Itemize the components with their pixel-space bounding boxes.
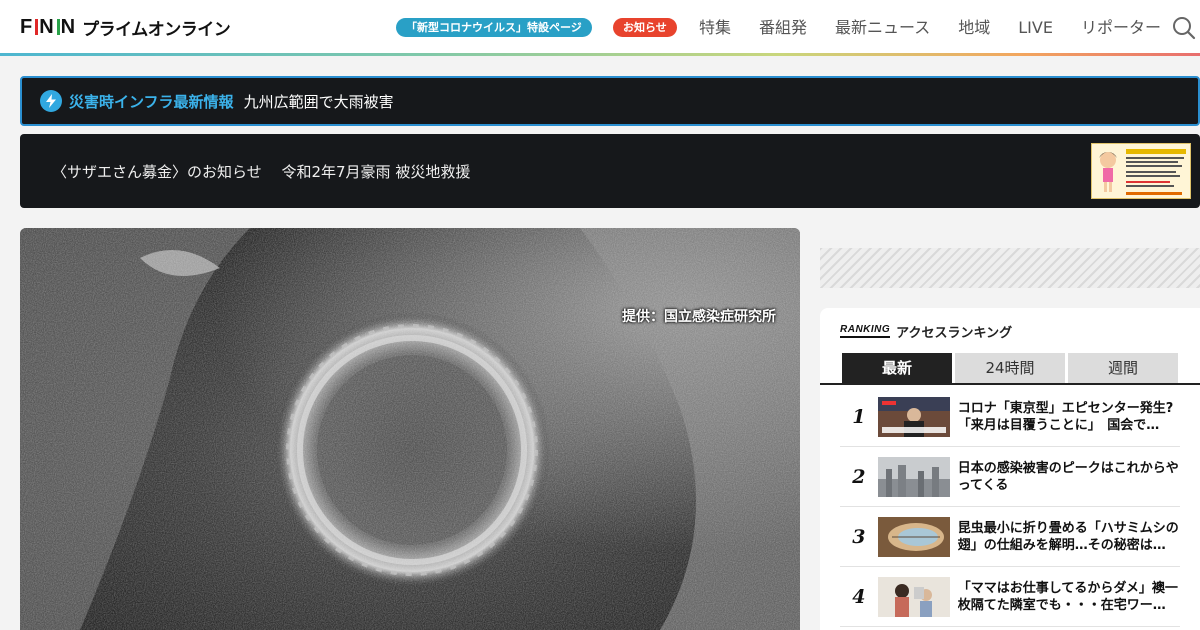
article-thumbnail (877, 576, 950, 617)
article-title: コロナ「東京型」エピセンター発生?「来月は目覆うことに」 国会で… (957, 400, 1174, 433)
rank-number: 1 (852, 405, 866, 428)
tab-latest[interactable]: 最新 (842, 353, 952, 383)
ranking-header: RANKING アクセスランキング (840, 322, 1012, 341)
ranking-tabs: 最新 24時間 週間 (842, 353, 1178, 383)
search-icon[interactable] (1172, 16, 1196, 40)
article-title: 昆虫最小に折り畳める「ハサミムシの翅」の仕組みを解明…その秘密は… (957, 520, 1179, 553)
article-title: 「ママはお仕事してるからダメ」襖一枚隔てた隣室でも・・・在宅ワー… (957, 580, 1178, 613)
ranking-item[interactable]: 1 コロナ「東京型」エピセンター発生?「来月は目覆うことに」 国会で… (840, 387, 1180, 447)
nav-item-latest-news[interactable]: 最新ニュース (835, 18, 930, 38)
header-accent-line (0, 53, 1200, 56)
disaster-title: 災害時インフラ最新情報 (69, 92, 234, 111)
site-logo[interactable]: FNN プライムオンライン (20, 15, 231, 40)
ranking-list: 1 コロナ「東京型」エピセンター発生?「来月は目覆うことに」 国会で… 2 日本… (840, 387, 1180, 627)
hero-virus-image[interactable]: 提供：国立感染症研究所 (20, 228, 800, 630)
site-header: FNN プライムオンライン 「新型コロナウイルス」特設ページ お知らせ 特集 番… (0, 0, 1200, 54)
image-credit: 提供：国立感染症研究所 (622, 309, 776, 325)
ranking-logo: RANKING (840, 325, 891, 338)
ranking-title: アクセスランキング (896, 326, 1013, 341)
bolt-icon (40, 90, 62, 112)
sazae-fundraiser-banner[interactable]: 〈サザエさん募金〉のお知らせ 令和2年7月豪雨 被災地救援 (20, 134, 1200, 208)
disaster-text: 九州広範囲で大雨被害 (243, 92, 394, 111)
article-thumbnail (877, 516, 950, 557)
rank-number: 3 (852, 525, 866, 548)
nav-item-reporter[interactable]: リポーター (1081, 18, 1161, 38)
nav-item-feature[interactable]: 特集 (699, 18, 731, 38)
article-title: 日本の感染被害のピークはこれからやってくる (957, 460, 1179, 493)
rank-number: 4 (852, 585, 866, 608)
tab-weekly[interactable]: 週間 (1068, 353, 1178, 383)
main-nav: 特集 番組発 最新ニュース 地域 LIVE リポーター (699, 18, 1161, 38)
ranking-item[interactable]: 4 「ママはお仕事してるからダメ」襖一枚隔てた隣室でも・・・在宅ワー… (840, 567, 1180, 627)
notice-link[interactable]: お知らせ (613, 18, 677, 37)
sazae-banner-text: 〈サザエさん募金〉のお知らせ 令和2年7月豪雨 被災地救援 (52, 163, 471, 181)
nav-item-programs[interactable]: 番組発 (759, 18, 807, 38)
rank-number: 2 (852, 465, 866, 488)
logo-text: プライムオンライン (82, 19, 231, 40)
corona-special-page-link[interactable]: 「新型コロナウイルス」特設ページ (396, 18, 592, 37)
virus-micrograph (20, 228, 800, 630)
article-thumbnail (877, 396, 950, 437)
ranking-item[interactable]: 3 昆虫最小に折り畳める「ハサミムシの翅」の仕組みを解明…その秘密は… (840, 507, 1180, 567)
ranking-item[interactable]: 2 日本の感染被害のピークはこれからやってくる (840, 447, 1180, 507)
ad-placeholder (820, 248, 1200, 288)
nav-item-region[interactable]: 地域 (958, 18, 990, 38)
tabs-underline (820, 383, 1200, 385)
article-thumbnail (877, 456, 950, 497)
logo-fnn: FNN (20, 15, 77, 38)
tab-24hours[interactable]: 24時間 (955, 353, 1065, 383)
nav-item-live[interactable]: LIVE (1018, 18, 1053, 38)
sazae-banner-thumbnail[interactable] (1091, 143, 1191, 199)
disaster-info-bar[interactable]: 災害時インフラ最新情報 九州広範囲で大雨被害 (20, 76, 1200, 126)
access-ranking-panel: RANKING アクセスランキング 最新 24時間 週間 1 コロナ「東京型」エ… (820, 308, 1200, 630)
